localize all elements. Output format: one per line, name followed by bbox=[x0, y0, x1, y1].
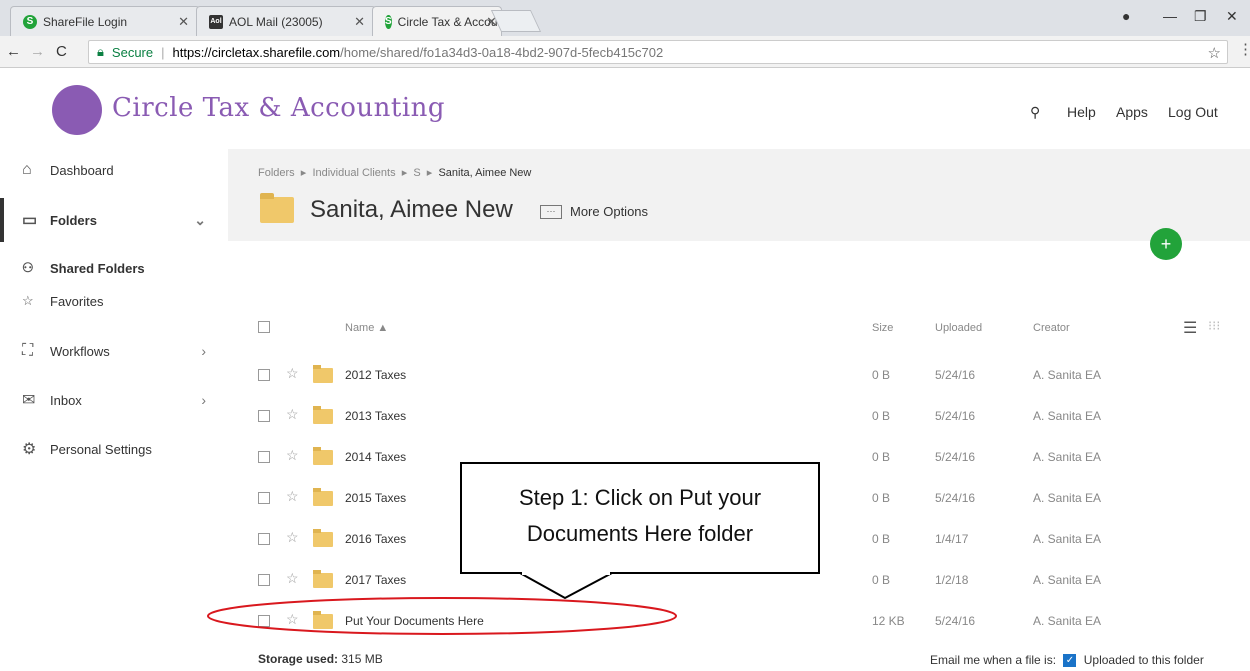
callout-line: Step 1: Click on Put your bbox=[518, 485, 762, 510]
callout-pointer-mask bbox=[522, 570, 610, 575]
callout-pointer bbox=[516, 572, 613, 600]
callout-line: Documents Here folder bbox=[526, 521, 754, 546]
highlight-ellipse bbox=[207, 597, 677, 635]
instruction-callout: Step 1: Click on Put your Documents Here… bbox=[460, 462, 820, 574]
